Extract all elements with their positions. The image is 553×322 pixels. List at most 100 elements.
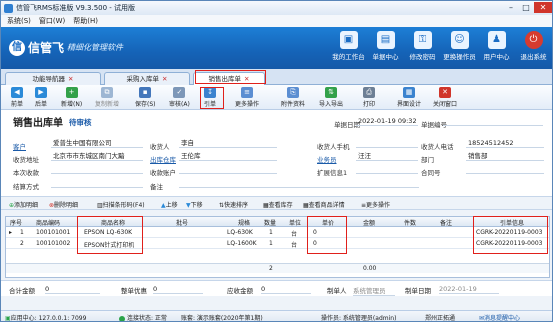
date-field[interactable]: 2022-01-19 09:32 [356,117,418,126]
audit-button[interactable]: ✓ 审核(A) [169,87,190,108]
staff-field[interactable]: 汪汪 [356,152,418,161]
cell-seq: 2 [20,240,24,247]
customer-label[interactable]: 客户 [13,141,26,151]
dept-label: 部门 [421,156,434,164]
more-ops-button[interactable]: ≡ 更多操作 [235,87,259,108]
new-button[interactable]: + 新增(N) [61,87,82,108]
view-stock-button[interactable]: ▦查看库存 [263,200,293,209]
maximize-icon[interactable]: □ [519,2,533,13]
account-status: 账套: 演示账套(2020年第1期) [181,315,263,322]
cell-price: 0 [313,240,317,247]
message-center-link[interactable]: ✉消息提醒中心 [479,313,520,321]
settle-field[interactable] [51,179,143,188]
maker-label: 制单人 [327,287,347,295]
receiver-phone-field[interactable] [356,139,418,148]
import-export-button[interactable]: ⇅ 导入导出 [319,87,343,108]
back-button[interactable]: ◀ 前单 [11,87,23,108]
power-icon: ⏻ [524,31,543,49]
staff-label[interactable]: 业务员 [317,154,337,164]
nav-user-center[interactable]: ♟ 用户中心 [478,29,515,61]
col-spec: 规格 [238,220,251,227]
ext-field[interactable] [356,165,418,174]
no-field[interactable] [443,117,543,126]
nav-exit[interactable]: ⏻ 退出系统 [515,29,552,61]
tab-close-icon[interactable]: ✕ [244,75,249,83]
connection-status: 连接状态: 正常 [119,313,167,321]
save-button[interactable]: ▪ 保存(S) [135,87,156,108]
contract-field[interactable] [466,165,544,174]
cell-cite-info: CGRK-20220119-0003 [476,240,543,247]
close-window-button[interactable]: ✕ 关闭窗口 [433,87,457,108]
receiver-phone-label: 收货人手机 [317,143,350,151]
plus-icon: + [65,87,78,98]
tab-close-icon[interactable]: ✕ [162,75,167,83]
discount-field[interactable]: 0 [153,285,203,294]
grid-toolbar: ⊕添加明细 ⊗删除明细 ▥扫描条形码(F4) ▲上移 ▼下移 ⇅快速排序 ▦查看… [1,196,552,210]
col-qty: 数量 [264,220,277,227]
account-field[interactable] [179,165,277,174]
grid-more-button[interactable]: ≡更多操作 [361,200,390,209]
nav-change-password[interactable]: ⚿ 修改密码 [404,29,441,61]
cell-name: EPSON针式打印机 [84,242,135,249]
col-unit: 单位 [289,220,302,227]
view-product-button[interactable]: ▦查看商品详情 [303,200,345,209]
receiver-tel-field[interactable]: 18524512452 [466,139,544,148]
nav-workbench[interactable]: ▣ 我的工作台 [330,29,367,61]
quick-sort-button[interactable]: ⇅快速排序 [219,200,248,209]
col-code: 商品编码 [36,220,61,227]
add-detail-button[interactable]: ⊕添加明细 [9,200,38,209]
move-down-button[interactable]: ▼下移 [186,200,203,209]
form-title: 销售出库单 [13,118,63,129]
move-up-button[interactable]: ▲上移 [161,200,178,209]
warehouse-field[interactable]: 王伦库 [179,152,277,161]
cell-name: EPSON LQ-630K [84,229,133,236]
address-field[interactable]: 北京市市东城区南门大黯 [51,152,143,161]
tab-nav[interactable]: 功能导航器 ✕ [5,72,101,85]
remark-field[interactable] [179,179,419,188]
brand-name: 信管飞 [28,41,65,55]
table-row[interactable]: 2 100101002 EPSON针式打印机 LQ-1600K 1 台 0 CG… [6,239,549,249]
warehouse-label[interactable]: 出库仓库 [150,154,176,164]
tab-sales-out[interactable]: 销售出库单 ✕ [193,72,265,85]
receiver-field[interactable]: 李自 [179,139,277,148]
scan-barcode-button[interactable]: ▥扫描条形码(F4) [97,200,145,209]
due-label: 应收金额 [227,287,253,295]
document-icon: ▤ [376,31,395,49]
minimize-icon[interactable]: – [504,2,518,13]
tab-close-icon[interactable]: ✕ [68,75,73,83]
tab-purchase-in[interactable]: 采购入库单 ✕ [104,72,190,85]
close-window-icon: ✕ [439,87,451,98]
col-amount: 金额 [363,220,376,227]
next-button[interactable]: ▶ 后单 [35,87,47,108]
cell-code: 100101001 [36,229,71,236]
col-pieces: 件数 [404,220,417,227]
due-field[interactable]: 0 [261,285,311,294]
operator-status: 操作员: 系统管理员(admin) [321,315,397,322]
delete-detail-button[interactable]: ⊗删除明细 [49,200,78,209]
dept-field[interactable]: 销售部 [466,152,544,161]
layout-icon: ▦ [403,87,415,98]
cite-button[interactable]: ↧ 引单 [204,87,216,108]
total-field[interactable]: 0 [45,285,100,294]
app-icon [4,3,13,13]
copy-new-button[interactable]: ⧉ 复制新增 [95,87,119,108]
col-price: 单价 [322,220,335,227]
menu-window[interactable]: 窗口(W) [39,16,65,26]
menu-help[interactable]: 帮助(H) [73,16,98,26]
window-title: 信管飞RMS标准版 V9.3.500 - 试用版 [16,4,136,12]
nav-doc-center[interactable]: ▤ 单据中心 [367,29,404,61]
menu-system[interactable]: 系统(S) [7,16,31,26]
attachment-button[interactable]: ⎘ 附件资料 [281,87,305,108]
close-icon[interactable]: ✕ [534,2,552,13]
cell-spec: LQ-630K [227,229,253,236]
ui-design-button[interactable]: ▦ 界面设计 [397,87,421,108]
customer-field[interactable]: 爱普生中国有限公司 [51,139,143,148]
receipt-field[interactable] [51,165,143,174]
paperclip-icon: ⎘ [287,87,299,98]
total-qty: 2 [269,265,273,272]
nav-switch-operator[interactable]: ☺ 更换操作员 [441,29,478,61]
table-row[interactable]: ▸ 1 100101001 EPSON LQ-630K LQ-630K 1 台 … [6,228,549,238]
menu-bar: 系统(S) 窗口(W) 帮助(H) [1,15,552,27]
print-button[interactable]: ⎙ 打印 [363,87,375,108]
import-icon: ⇅ [325,87,337,98]
